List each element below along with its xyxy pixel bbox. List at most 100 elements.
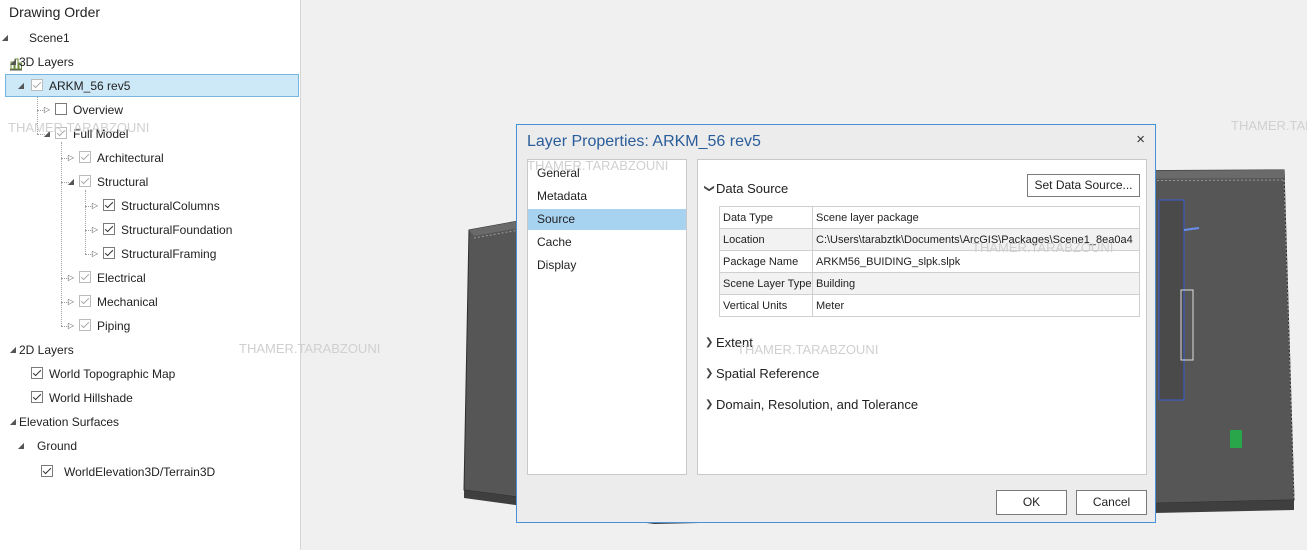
expand-icon[interactable]: ▷ (66, 146, 76, 170)
expand-icon[interactable]: ▷ (66, 290, 76, 314)
contents-pane: Drawing Order ◢ Scene1 ◢ 3D Layers ◢ ARK… (0, 0, 301, 550)
collapse-icon[interactable]: ◢ (8, 338, 18, 362)
world-topo-label: World Topographic Map (49, 367, 176, 381)
tree-item-overview[interactable]: ▷ Overview (0, 98, 300, 122)
table-row: Data Type Scene layer package (719, 206, 1140, 229)
architectural-checkbox[interactable] (79, 151, 91, 163)
tree-item-mechanical[interactable]: ▷ Mechanical (0, 290, 300, 314)
watermark: THAMER.TARABZOUNI (8, 120, 150, 135)
property-value: Scene layer package (812, 206, 1140, 229)
tree-item-structural-columns[interactable]: ▷ StructuralColumns (0, 194, 300, 218)
group-elevation-surfaces[interactable]: ◢ Elevation Surfaces (0, 410, 300, 434)
tree-item-world-elevation[interactable]: WorldElevation3D/Terrain3D (0, 460, 300, 484)
ok-button[interactable]: OK (996, 490, 1067, 515)
tree-item-scene[interactable]: ◢ Scene1 (0, 26, 300, 71)
world-elevation-checkbox[interactable] (41, 465, 53, 477)
world-elevation-label: WorldElevation3D/Terrain3D (64, 465, 216, 479)
expand-icon[interactable]: ▷ (42, 98, 52, 122)
properties-nav: General Metadata Source Cache Display (527, 159, 687, 475)
collapse-icon[interactable]: ◢ (8, 50, 18, 74)
property-value: Building (812, 272, 1140, 295)
source-panel: ❯ Data Source Set Data Source... Data Ty… (697, 159, 1147, 475)
dialog-title: Layer Properties: ARKM_56 rev5 (527, 133, 761, 150)
structural-columns-checkbox[interactable] (103, 199, 115, 211)
expand-icon[interactable]: ▷ (90, 218, 100, 242)
collapse-icon[interactable]: ◢ (16, 74, 26, 98)
layer-label: ARKM_56 rev5 (49, 79, 131, 93)
electrical-label: Electrical (97, 271, 146, 285)
layer-visibility-checkbox[interactable] (31, 79, 43, 91)
data-source-heading[interactable]: Data Source (716, 181, 788, 196)
ground-label: Ground (37, 439, 78, 453)
set-data-source-button[interactable]: Set Data Source... (1027, 174, 1140, 197)
world-hillshade-checkbox[interactable] (31, 391, 43, 403)
property-value: Meter (812, 294, 1140, 317)
property-key: Scene Layer Type (719, 272, 813, 295)
data-source-table: Data Type Scene layer package Location C… (719, 206, 1140, 317)
tree-item-architectural[interactable]: ▷ Architectural (0, 146, 300, 170)
architectural-label: Architectural (97, 151, 164, 165)
electrical-checkbox[interactable] (79, 271, 91, 283)
watermark: THAMER.TARABZOUNI (527, 158, 669, 173)
watermark: THAMER.TARABZOUNI (972, 240, 1114, 255)
tree-item-structural-framing[interactable]: ▷ StructuralFraming (0, 242, 300, 266)
pane-title: Drawing Order (9, 4, 101, 20)
tree-item-arkm-layer[interactable]: ◢ ARKM_56 rev5 (0, 74, 300, 98)
collapse-icon[interactable]: ◢ (66, 170, 76, 194)
nav-item-metadata[interactable]: Metadata (528, 186, 686, 207)
structural-checkbox[interactable] (79, 175, 91, 187)
tree-item-ground[interactable]: ◢ Ground (0, 434, 300, 458)
group-3d-layers[interactable]: ◢ 3D Layers (0, 50, 300, 74)
expand-icon[interactable]: ▷ (66, 314, 76, 338)
mechanical-checkbox[interactable] (79, 295, 91, 307)
property-key: Location (719, 228, 813, 251)
domain-resolution-heading[interactable]: Domain, Resolution, and Tolerance (716, 397, 918, 412)
expand-icon[interactable]: ▷ (66, 266, 76, 290)
tree-item-electrical[interactable]: ▷ Electrical (0, 266, 300, 290)
cancel-button[interactable]: Cancel (1076, 490, 1147, 515)
chevron-right-icon[interactable]: ❯ (705, 368, 713, 379)
world-hillshade-label: World Hillshade (49, 391, 133, 405)
tree-item-world-topo[interactable]: World Topographic Map (0, 362, 300, 386)
nav-item-display[interactable]: Display (528, 255, 686, 276)
structural-foundation-checkbox[interactable] (103, 223, 115, 235)
collapse-icon[interactable]: ◢ (0, 26, 10, 50)
structure-block (1158, 199, 1185, 401)
structural-label: Structural (97, 175, 149, 189)
chevron-down-icon[interactable]: ❯ (704, 184, 715, 192)
property-key: Vertical Units (719, 294, 813, 317)
overview-checkbox[interactable] (55, 103, 67, 115)
structural-framing-checkbox[interactable] (103, 247, 115, 259)
green-object (1230, 430, 1242, 448)
expand-icon[interactable]: ▷ (90, 194, 100, 218)
watermark: THAMER.TARABZOUNI (737, 342, 879, 357)
piping-label: Piping (97, 319, 131, 333)
group-label: Elevation Surfaces (19, 415, 120, 429)
table-row: Vertical Units Meter (719, 294, 1140, 317)
world-topo-checkbox[interactable] (31, 367, 43, 379)
chevron-right-icon[interactable]: ❯ (705, 399, 713, 410)
nav-item-source[interactable]: Source (528, 209, 686, 230)
layer-properties-dialog: Layer Properties: ARKM_56 rev5 × General… (516, 124, 1156, 523)
overview-label: Overview (73, 103, 124, 117)
collapse-icon[interactable]: ◢ (8, 410, 18, 434)
property-key: Data Type (719, 206, 813, 229)
structural-foundation-label: StructuralFoundation (121, 223, 233, 237)
close-icon[interactable]: × (1136, 131, 1145, 148)
property-key: Package Name (719, 250, 813, 273)
tree-item-structural-foundation[interactable]: ▷ StructuralFoundation (0, 218, 300, 242)
piping-checkbox[interactable] (79, 319, 91, 331)
nav-item-cache[interactable]: Cache (528, 232, 686, 253)
spatial-reference-heading[interactable]: Spatial Reference (716, 366, 819, 381)
structural-columns-label: StructuralColumns (121, 199, 220, 213)
expand-icon[interactable]: ▷ (90, 242, 100, 266)
tree-item-world-hillshade[interactable]: World Hillshade (0, 386, 300, 410)
watermark: THAMER.TARABZOUNI (1231, 118, 1307, 133)
group-label: 2D Layers (19, 343, 74, 357)
mechanical-label: Mechanical (97, 295, 158, 309)
tree-item-structural[interactable]: ◢ Structural (0, 170, 300, 194)
tree-item-piping[interactable]: ▷ Piping (0, 314, 300, 338)
group-label: 3D Layers (19, 55, 74, 69)
chevron-right-icon[interactable]: ❯ (705, 337, 713, 348)
collapse-icon[interactable]: ◢ (16, 434, 26, 458)
